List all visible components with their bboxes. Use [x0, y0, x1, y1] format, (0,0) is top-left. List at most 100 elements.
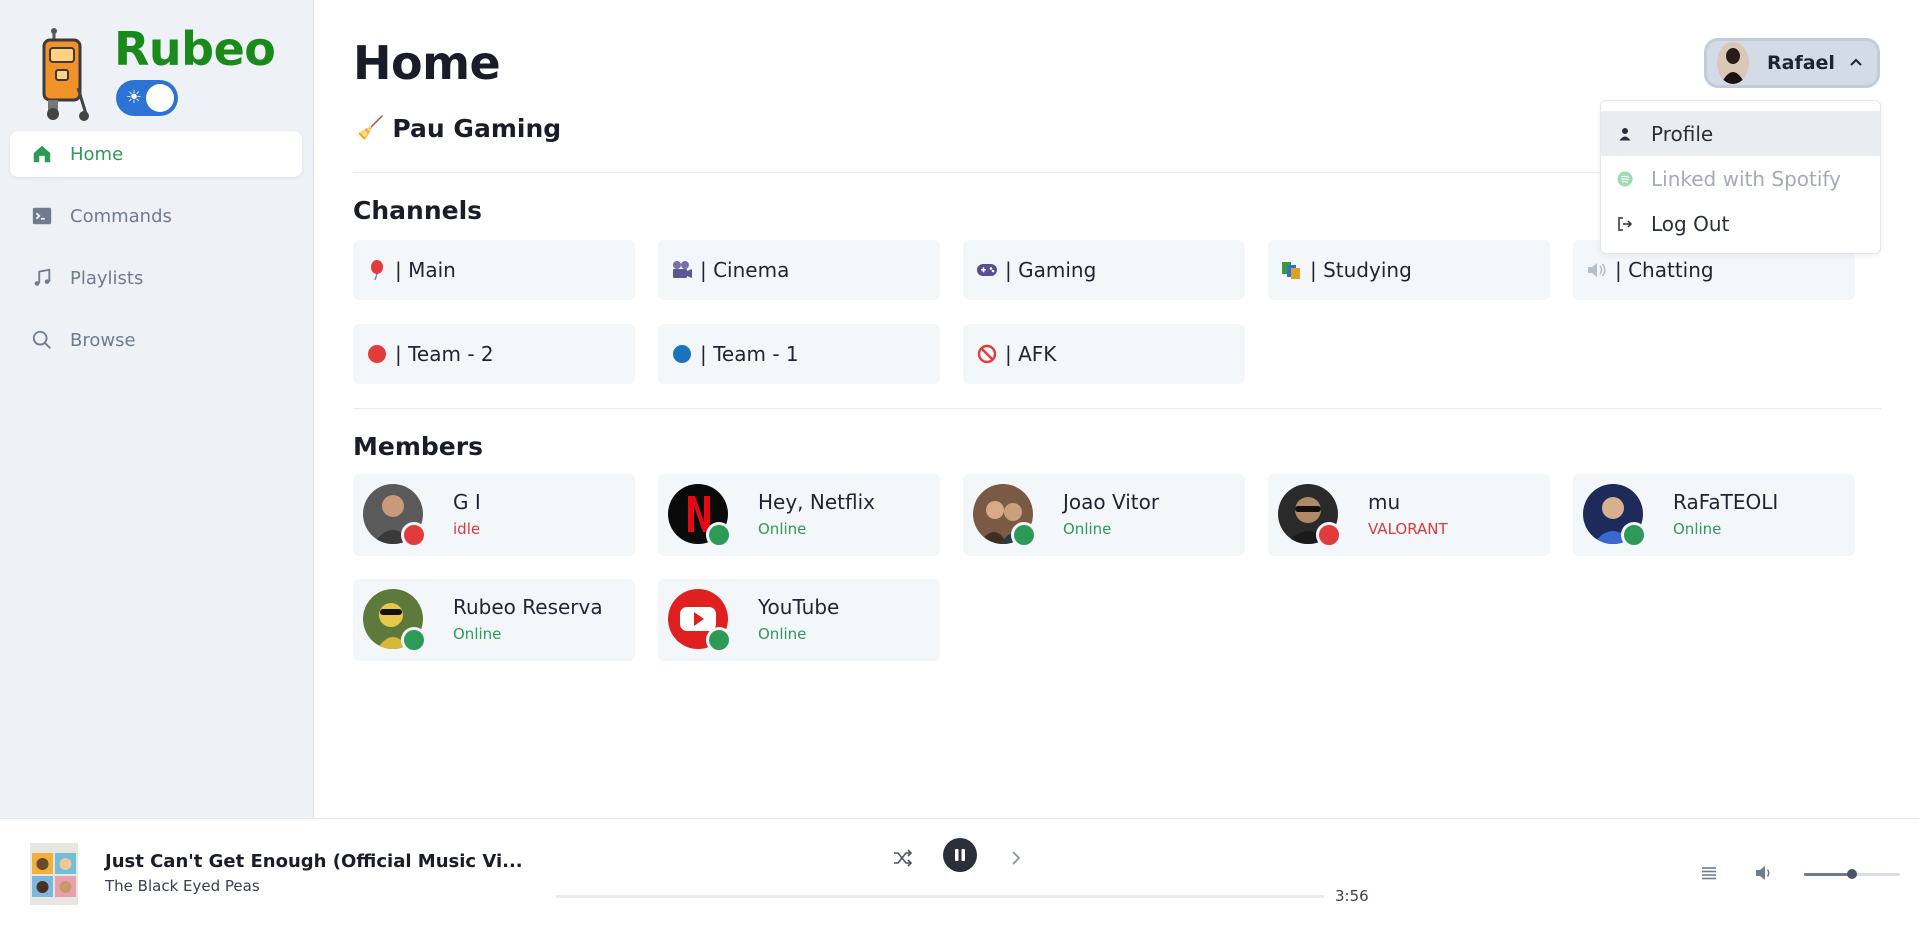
member-name: Rubeo Reserva [453, 595, 603, 619]
channel-gaming[interactable]: | Gaming [963, 240, 1245, 300]
member-card[interactable]: Rubeo Reserva Online [353, 579, 635, 661]
member-card[interactable]: Hey, Netflix Online [658, 474, 940, 556]
track-title: Just Can't Get Enough (Official Music Vi… [105, 851, 523, 872]
rubeo-robot-logo [42, 28, 89, 121]
sidebar-item-label: Commands [70, 205, 172, 227]
status-dot [706, 627, 732, 653]
chevron-up-icon [1847, 54, 1865, 72]
album-cover [30, 843, 78, 905]
menu-item-spotify: Linked with Spotify [1601, 156, 1880, 201]
shuffle-button[interactable] [890, 845, 916, 871]
member-name: RaFaTEOLI [1673, 490, 1779, 514]
status-dot [706, 522, 732, 548]
sun-icon: ☀ [125, 87, 143, 108]
member-name: mu [1368, 490, 1401, 514]
channel-label: | Chatting [1615, 258, 1714, 282]
menu-item-profile[interactable]: Profile [1601, 111, 1880, 156]
member-status: Online [1673, 520, 1722, 538]
app-name: Rubeo [114, 22, 276, 76]
menu-item-label: Profile [1651, 121, 1714, 146]
chevron-right-icon [1012, 851, 1021, 865]
member-card[interactable]: mu VALORANT [1268, 474, 1550, 556]
menu-item-label: Log Out [1651, 211, 1730, 236]
channels-title: Channels [353, 196, 483, 225]
channel-team-1[interactable]: | Team - 1 [658, 324, 940, 384]
movie-camera-icon [670, 258, 694, 282]
channel-afk[interactable]: | AFK [963, 324, 1245, 384]
divider [353, 408, 1881, 409]
brand: Rubeo ☀ [30, 22, 310, 122]
member-status: idle [453, 520, 481, 538]
person-icon [1617, 126, 1633, 142]
members-title: Members [353, 432, 483, 461]
channel-label: | Main [395, 258, 456, 282]
volume-slider[interactable] [1804, 869, 1900, 879]
member-status: Online [1063, 520, 1112, 538]
sidebar: Rubeo ☀ Home Commands Playlists Browse [0, 0, 314, 818]
member-status: Online [758, 520, 807, 538]
volume-knob[interactable] [1847, 869, 1857, 879]
blue-circle-icon [670, 342, 694, 366]
track-artist: The Black Eyed Peas [105, 877, 260, 895]
queue-button[interactable] [1698, 863, 1720, 883]
next-button[interactable] [1004, 845, 1028, 871]
logout-icon [1617, 216, 1633, 232]
channel-label: | Gaming [1005, 258, 1097, 282]
sidebar-item-label: Playlists [70, 267, 144, 289]
channel-team-2[interactable]: | Team - 2 [353, 324, 635, 384]
channel-label: | AFK [1005, 342, 1057, 366]
volume-button[interactable] [1752, 863, 1776, 883]
sidebar-item-label: Home [70, 143, 124, 165]
status-dot [1316, 522, 1342, 548]
user-avatar [1717, 42, 1749, 84]
page-title: Home [353, 36, 501, 90]
status-dot [1621, 522, 1647, 548]
member-card[interactable]: Joao Vitor Online [963, 474, 1245, 556]
sidebar-item-home[interactable]: Home [10, 131, 302, 177]
channel-studying[interactable]: | Studying [1268, 240, 1550, 300]
sidebar-item-commands[interactable]: Commands [10, 193, 302, 239]
home-icon [30, 142, 54, 166]
sidebar-nav: Home Commands Playlists Browse [10, 131, 302, 379]
server-name: Pau Gaming [392, 114, 562, 143]
volume-icon [1756, 866, 1770, 880]
channel-label: | Team - 1 [700, 342, 799, 366]
member-name: Hey, Netflix [758, 490, 875, 514]
member-card[interactable]: RaFaTEOLI Online [1573, 474, 1855, 556]
channel-cinema[interactable]: | Cinema [658, 240, 940, 300]
track-duration: 3:56 [1335, 887, 1369, 905]
status-dot [401, 522, 427, 548]
member-card[interactable]: YouTube Online [658, 579, 940, 661]
member-name: G I [453, 490, 481, 514]
channel-label: | Cinema [700, 258, 790, 282]
queue-list-icon [1702, 867, 1716, 880]
user-menu-button[interactable]: Rafael [1704, 38, 1880, 88]
menu-item-logout[interactable]: Log Out [1601, 201, 1880, 246]
sidebar-item-browse[interactable]: Browse [10, 317, 302, 363]
member-status: Online [453, 625, 502, 643]
member-name: YouTube [758, 595, 840, 619]
status-dot [401, 627, 427, 653]
balloon-icon [365, 258, 389, 282]
prohibited-icon [975, 342, 999, 366]
user-name: Rafael [1767, 52, 1835, 74]
member-name: Joao Vitor [1063, 490, 1160, 514]
member-card[interactable]: G I idle [353, 474, 635, 556]
broom-icon: 🧹 [357, 116, 385, 141]
books-icon [1280, 258, 1304, 282]
gamepad-icon [975, 258, 999, 282]
member-status: VALORANT [1368, 520, 1448, 538]
sidebar-item-label: Browse [70, 329, 136, 351]
progress-bar[interactable] [556, 895, 1324, 898]
theme-toggle[interactable]: ☀ [116, 80, 178, 116]
user-dropdown-menu: Profile Linked with Spotify Log Out [1600, 100, 1881, 254]
pause-button[interactable] [943, 838, 977, 872]
sidebar-item-playlists[interactable]: Playlists [10, 255, 302, 301]
server-header: 🧹 Pau Gaming [357, 114, 561, 143]
toggle-knob [146, 84, 174, 112]
channel-label: | Studying [1310, 258, 1412, 282]
spotify-icon [1617, 171, 1633, 187]
status-dot [1011, 522, 1037, 548]
channel-main[interactable]: | Main [353, 240, 635, 300]
music-note-icon [30, 266, 54, 290]
